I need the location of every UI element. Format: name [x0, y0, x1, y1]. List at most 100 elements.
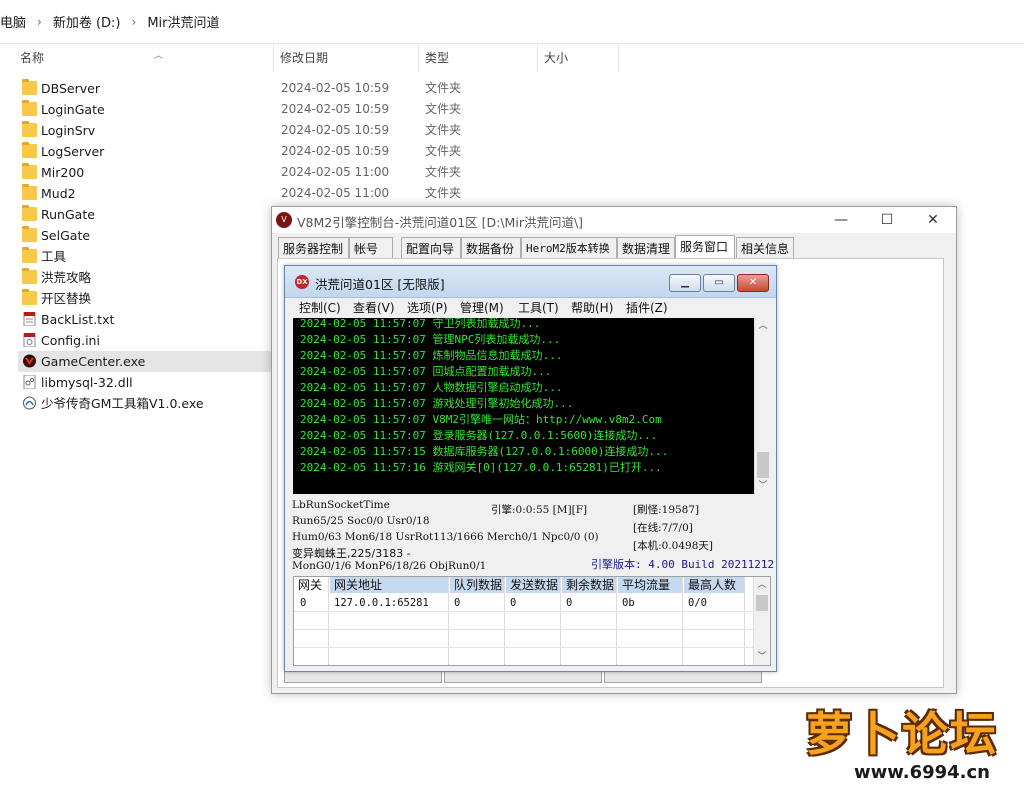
menu-plugins[interactable]: 插件(Z) — [626, 298, 668, 318]
scroll-thumb[interactable] — [756, 595, 768, 611]
table-header[interactable]: 队列数据 — [450, 577, 504, 593]
watermark-logo: 萝卜论坛 www.6994.cn — [776, 690, 1016, 790]
tab-herom2-convert[interactable]: HeroM2版本转换 — [521, 237, 617, 259]
menu-control[interactable]: 控制(C) — [299, 298, 341, 318]
file-row-logserver[interactable]: LogServer 2024-02-05 10:59 文件夹 — [18, 141, 978, 162]
chevron-right-icon[interactable]: › — [37, 15, 42, 29]
folder-icon — [22, 247, 37, 263]
menu-manage[interactable]: 管理(M) — [460, 298, 504, 318]
server-logo-icon: DX — [295, 275, 309, 289]
file-row-loginsrv[interactable]: LoginSrv 2024-02-05 10:59 文件夹 — [18, 120, 978, 141]
tab-service-window[interactable]: 服务窗口 — [675, 235, 735, 260]
engine-version: 引擎版本: 4.00 Build 20211212 — [591, 558, 775, 571]
status-panel — [604, 671, 762, 683]
breadcrumb-item-pc[interactable]: 电脑 — [0, 12, 26, 31]
scroll-up-icon[interactable]: ︿ — [754, 577, 770, 593]
log-line: 2024-02-05 11:57:07 炼制物品信息加载成功... — [300, 349, 563, 362]
table-header[interactable]: 网关 — [294, 577, 328, 593]
table-header[interactable]: 平均流量 — [618, 577, 682, 593]
tab-server-control[interactable]: 服务器控制 — [278, 237, 349, 259]
minimize-button[interactable]: — — [818, 207, 864, 233]
stat-mon: MonG0/1/6 MonP6/18/26 ObjRun0/1 — [292, 560, 487, 572]
file-row-dbserver[interactable]: DBServer 2024-02-05 10:59 文件夹 — [18, 78, 978, 99]
menu-options[interactable]: 选项(P) — [407, 298, 448, 318]
server-window: DX 洪荒问道01区 [无限版] ▁ ▭ ✕ 控制(C) 查看(V) 选项(P)… — [284, 265, 777, 672]
close-button[interactable]: ✕ — [737, 274, 769, 292]
folder-icon — [22, 205, 37, 221]
maximize-button[interactable]: ▭ — [703, 274, 735, 292]
stat-engine-time: 引擎:0:0:55 [M][F] — [491, 504, 588, 516]
table-header[interactable]: 发送数据 — [506, 577, 560, 593]
menu-view[interactable]: 查看(V) — [353, 298, 395, 318]
file-row-mir200[interactable]: Mir200 2024-02-05 11:00 文件夹 — [18, 162, 978, 183]
server-title-bar[interactable]: DX 洪荒问道01区 [无限版] ▁ ▭ ✕ — [285, 266, 776, 298]
minimize-button[interactable]: ▁ — [669, 274, 701, 292]
menu-help[interactable]: 帮助(H) — [571, 298, 613, 318]
watermark-url: www.6994.cn — [854, 762, 990, 783]
column-headers: 名称 ︿ 修改日期 类型 大小 — [0, 44, 1024, 72]
watermark-text: 萝卜论坛 — [806, 707, 998, 761]
menu-tools[interactable]: 工具(T) — [518, 298, 559, 318]
gateway-table[interactable]: 网关 网关地址 队列数据 发送数据 剩余数据 平均流量 最高人数 0 127.0… — [293, 576, 771, 666]
tab-config-wizard[interactable]: 配置向导 — [401, 237, 461, 259]
v8m2-logo-icon: V — [276, 212, 292, 228]
table-scrollbar[interactable]: ︿ ﹀ — [753, 577, 770, 665]
column-header-type[interactable]: 类型 — [419, 44, 538, 72]
log-line: 2024-02-05 11:57:07 回城点配置加载成功... — [300, 365, 552, 378]
tab-data-backup[interactable]: 数据备份 — [461, 237, 521, 259]
table-cell: 0b — [622, 597, 635, 609]
text-file-icon — [23, 312, 36, 326]
server-log[interactable]: 2024-02-05 11:57:07 守卫列表加载成功... 2024-02-… — [293, 318, 771, 494]
folder-icon — [22, 226, 37, 242]
tab-data-clean[interactable]: 数据清理 — [617, 237, 675, 259]
scroll-up-icon[interactable]: ︿ — [755, 318, 771, 334]
folder-icon — [22, 184, 37, 200]
log-line: 2024-02-05 11:57:07 游戏处理引擎初始化成功... — [300, 397, 574, 410]
sort-up-icon: ︿ — [154, 51, 164, 61]
log-line: 2024-02-05 11:57:07 管理NPC列表加载成功... — [300, 333, 561, 346]
table-header[interactable]: 剩余数据 — [562, 577, 616, 593]
column-header-size[interactable]: 大小 — [538, 44, 619, 72]
log-line: 2024-02-05 11:57:07 人物数据引擎启动成功... — [300, 381, 563, 394]
close-button[interactable]: ✕ — [910, 207, 956, 233]
console-title-bar[interactable]: V V8M2引擎控制台-洪荒问道01区 [D:\Mir洪荒问道\] — ☐ ✕ — [272, 207, 956, 233]
tab-about[interactable]: 相关信息 — [736, 237, 794, 259]
breadcrumb: 电脑 › 新加卷 (D:) › Mir洪荒问道 — [0, 0, 1024, 44]
table-header[interactable]: 最高人数 — [684, 577, 744, 593]
chevron-right-icon[interactable]: › — [132, 15, 137, 29]
folder-icon — [22, 100, 37, 116]
ini-file-icon — [23, 333, 36, 347]
maximize-button[interactable]: ☐ — [864, 207, 910, 233]
console-title: V8M2引擎控制台-洪荒问道01区 [D:\Mir洪荒问道\] — [297, 215, 584, 230]
exe-app-icon — [23, 396, 36, 410]
column-header-name[interactable]: 名称 ︿ — [14, 44, 274, 72]
breadcrumb-item-drive[interactable]: 新加卷 (D:) — [53, 12, 121, 31]
gamecenter-app-icon — [23, 354, 36, 368]
log-line: 2024-02-05 11:57:16 游戏网关[0](127.0.0.1:65… — [300, 461, 662, 474]
file-row-mud2[interactable]: Mud2 2024-02-05 11:00 文件夹 — [18, 183, 978, 204]
table-header[interactable]: 网关地址 — [330, 577, 448, 593]
stat-run: Run65/25 Soc0/0 Usr0/18 — [292, 515, 430, 527]
column-header-date[interactable]: 修改日期 — [274, 44, 419, 72]
tab-account[interactable]: 帐号 — [349, 237, 393, 259]
scroll-thumb[interactable] — [757, 452, 769, 478]
folder-icon — [22, 79, 37, 95]
server-title: 洪荒问道01区 [无限版] — [315, 277, 445, 292]
folder-icon — [22, 142, 37, 158]
status-panel — [444, 671, 602, 683]
stat-refresh: [刷怪:19587] — [633, 504, 700, 516]
scroll-down-icon[interactable]: ﹀ — [754, 649, 770, 665]
log-line: 2024-02-05 11:57:07 登录服务器(127.0.0.1:5600… — [300, 429, 658, 442]
dll-file-icon — [23, 375, 36, 389]
console-tabs: 服务器控制 帐号 配置向导 数据备份 HeroM2版本转换 数据清理 服务窗口 … — [278, 235, 952, 260]
table-cell: 0 — [510, 597, 517, 609]
log-scrollbar[interactable]: ︿ ﹀ — [754, 318, 771, 494]
stat-hum: Hum0/63 Mon6/18 UsrRot113/1666 Merch0/1 … — [292, 531, 599, 543]
breadcrumb-item-folder[interactable]: Mir洪荒问道 — [147, 12, 219, 31]
file-row-logingate[interactable]: LoginGate 2024-02-05 10:59 文件夹 — [18, 99, 978, 120]
folder-icon — [22, 163, 37, 179]
table-cell: 0 — [454, 597, 461, 609]
server-menu-bar: 控制(C) 查看(V) 选项(P) 管理(M) 工具(T) 帮助(H) 插件(Z… — [285, 298, 776, 318]
table-cell: 0 — [566, 597, 573, 609]
scroll-down-icon[interactable]: ﹀ — [755, 478, 771, 494]
